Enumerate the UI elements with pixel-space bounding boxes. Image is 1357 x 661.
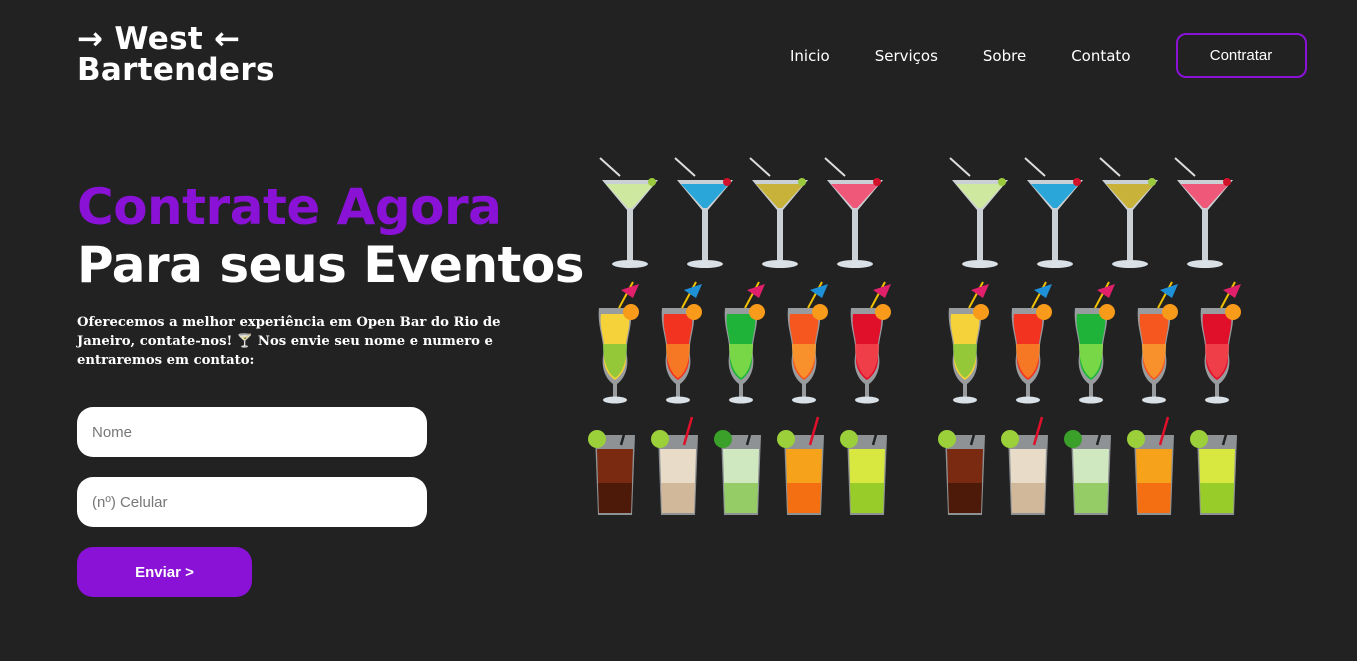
hurricane-glass (1011, 281, 1052, 404)
tumbler-glass (1190, 416, 1237, 515)
cocktails-illustration (588, 157, 1241, 515)
hurricane-glass (948, 281, 989, 404)
nav-link-servicos[interactable]: Serviços (875, 47, 938, 65)
tumbler-glass (840, 416, 887, 515)
hurricane-glass (787, 281, 828, 404)
hurricane-glass (1200, 281, 1241, 404)
tumbler-glass (1001, 416, 1048, 515)
tumbler-glass (651, 416, 698, 515)
tumbler-glass (1127, 416, 1174, 515)
martini-glass (1174, 157, 1233, 268)
main-nav: Inicio Serviços Sobre Contato Contratar (770, 33, 1307, 78)
martini-glass (674, 157, 733, 268)
hero-title-accent: Contrate Agora (77, 178, 502, 236)
submit-button[interactable]: Enviar > (77, 547, 252, 597)
tumbler-glass (938, 416, 985, 515)
brand-logo[interactable]: → West ← Bartenders (77, 24, 275, 86)
nav-link-contato[interactable]: Contato (1071, 47, 1130, 65)
tumbler-glass (714, 416, 761, 515)
name-input[interactable] (77, 407, 427, 457)
hurricane-glass (850, 281, 891, 404)
martini-glass (949, 157, 1008, 268)
martini-glass (824, 157, 883, 268)
cocktails-image (585, 150, 1275, 530)
hero-title-main: Para seus Eventos (77, 236, 585, 294)
tumbler-glass (588, 416, 635, 515)
hero-title: Contrate Agora Para seus Eventos (77, 178, 585, 294)
phone-input[interactable] (77, 477, 427, 527)
martini-glass (1099, 157, 1158, 268)
contratar-button[interactable]: Contratar (1175, 33, 1307, 78)
tumbler-glass (777, 416, 824, 515)
nav-link-inicio[interactable]: Inicio (790, 47, 830, 65)
brand-line-2: Bartenders (77, 52, 275, 88)
hero-description: Oferecemos a melhor experiência em Open … (77, 315, 501, 368)
martini-glass (1024, 157, 1083, 268)
tumbler-glass (1064, 416, 1111, 515)
brand-line-1: → West ← (77, 21, 241, 57)
hurricane-glass (1137, 281, 1178, 404)
martini-glass (599, 157, 658, 268)
hurricane-glass (724, 281, 765, 404)
martini-glass (749, 157, 808, 268)
hurricane-glass (1074, 281, 1115, 404)
hurricane-glass (661, 281, 702, 404)
hurricane-glass (598, 281, 639, 404)
nav-link-sobre[interactable]: Sobre (983, 47, 1026, 65)
